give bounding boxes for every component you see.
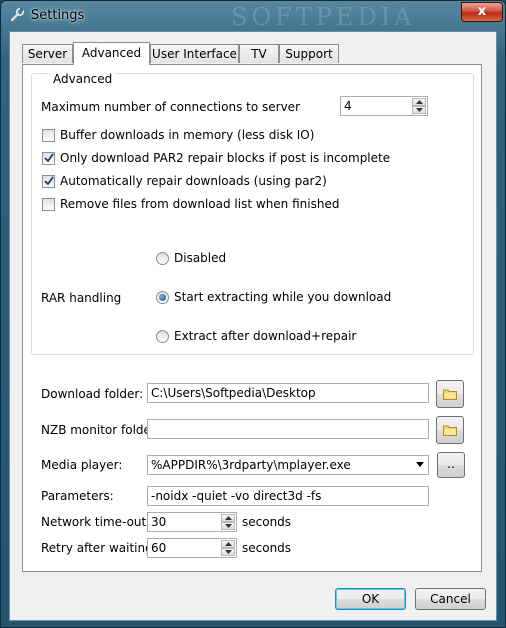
network-timeout-spinner[interactable]: 30 [147, 512, 237, 532]
title-bar[interactable]: Settings SOFTPEDIA x [1, 1, 505, 31]
tab-support[interactable]: Support [279, 44, 339, 63]
radio-selected-dot [159, 294, 166, 301]
download-folder-browse-button[interactable] [436, 380, 464, 408]
tab-advanced[interactable]: Advanced [73, 42, 150, 65]
tab-user-interface[interactable]: User Interface [150, 44, 239, 63]
checkmark-icon [44, 153, 54, 163]
settings-window: Settings SOFTPEDIA x Server Advanced Use… [0, 0, 506, 628]
spin-down-icon[interactable] [221, 522, 235, 530]
dialog-client: Server Advanced User Interface TV Suppor… [9, 31, 497, 621]
max-connections-label: Maximum number of connections to server [41, 100, 301, 114]
folder-icon [443, 425, 457, 436]
download-folder-input[interactable]: C:\Users\Softpedia\Desktop [147, 383, 429, 403]
media-player-browse-button[interactable]: .. [437, 452, 465, 478]
rar-extract-while-radio[interactable] [156, 291, 169, 304]
ok-button[interactable]: OK [335, 588, 406, 610]
nzb-monitor-browse-button[interactable] [436, 416, 464, 444]
retry-spinner[interactable]: 60 [147, 538, 237, 558]
par2-blocks-checkbox[interactable] [42, 152, 55, 165]
window-title: Settings [31, 8, 85, 23]
group-title: Advanced [50, 72, 116, 86]
tab-server[interactable]: Server [22, 44, 73, 63]
retry-label: Retry after waiting: [41, 541, 157, 555]
media-player-select[interactable]: %APPDIR%\3rdparty\mplayer.exe [147, 455, 429, 475]
spin-up-icon[interactable] [221, 514, 235, 522]
download-folder-label: Download folder: [41, 387, 144, 401]
wrench-icon [9, 7, 25, 23]
parameters-input[interactable]: -noidx -quiet -vo direct3d -fs [147, 486, 429, 506]
rar-disabled-radio[interactable] [156, 252, 169, 265]
max-connections-value: 4 [344, 99, 352, 113]
folder-icon [443, 389, 457, 400]
max-connections-spinner[interactable]: 4 [340, 96, 428, 116]
checkmark-icon [44, 176, 54, 186]
retry-unit: seconds [242, 541, 292, 555]
close-button[interactable]: x [461, 2, 503, 22]
remove-finished-label: Remove files from download list when fin… [60, 197, 340, 211]
rar-extract-after-radio[interactable] [156, 330, 169, 343]
spin-up-icon[interactable] [221, 540, 235, 548]
auto-repair-checkbox[interactable] [42, 175, 55, 188]
rar-disabled-label: Disabled [174, 251, 227, 265]
media-player-label: Media player: [41, 458, 123, 472]
par2-blocks-label: Only download PAR2 repair blocks if post… [60, 151, 391, 165]
advanced-panel: Advanced Maximum number of connections t… [22, 64, 482, 572]
spin-down-icon[interactable] [221, 548, 235, 556]
auto-repair-label: Automatically repair downloads (using pa… [60, 174, 327, 188]
close-icon: x [477, 4, 487, 19]
rar-extract-while-label: Start extracting while you download [174, 290, 392, 304]
tab-tv[interactable]: TV [239, 44, 279, 63]
cancel-button[interactable]: Cancel [415, 588, 486, 610]
watermark: SOFTPEDIA [231, 3, 416, 31]
parameters-label: Parameters: [41, 489, 114, 503]
chevron-down-icon [416, 462, 424, 467]
spin-up-icon[interactable] [412, 98, 426, 106]
spin-down-icon[interactable] [412, 106, 426, 114]
network-timeout-label: Network time-out: [41, 515, 151, 529]
buffer-memory-checkbox[interactable] [42, 129, 55, 142]
buffer-memory-label: Buffer downloads in memory (less disk IO… [60, 128, 315, 142]
rar-handling-label: RAR handling [41, 291, 122, 305]
remove-finished-checkbox[interactable] [42, 198, 55, 211]
nzb-monitor-input[interactable] [147, 419, 429, 439]
rar-extract-after-label: Extract after download+repair [174, 329, 357, 343]
nzb-monitor-label: NZB monitor folder: [41, 423, 160, 437]
network-timeout-unit: seconds [242, 515, 292, 529]
